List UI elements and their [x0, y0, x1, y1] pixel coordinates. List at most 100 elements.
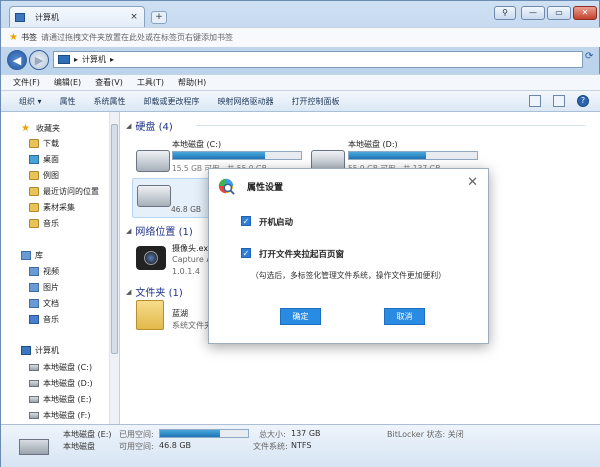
status-fs-value: NTFS: [291, 441, 312, 450]
library-icon: [21, 250, 31, 260]
breadcrumb-arrow[interactable]: ▸: [110, 55, 114, 64]
collapse-arrow-icon: ◢: [126, 121, 132, 130]
computer-icon: [15, 12, 25, 22]
tab-computer[interactable]: 计算机 ×: [9, 6, 145, 27]
refresh-icon[interactable]: ⟳: [585, 51, 593, 62]
navigation-pane: ★ 收藏夹 下载 桌面 例图 最近访问的位置 素材采集 音乐 库 视频 图片 文档…: [1, 112, 119, 424]
organize-button[interactable]: 组织 ▾: [19, 96, 42, 107]
autostart-label[interactable]: 开机启动: [259, 216, 293, 228]
group-network[interactable]: ◢ 网络位置 (1): [126, 223, 193, 239]
dialog-close-icon[interactable]: ✕: [467, 175, 478, 190]
autostart-checkbox[interactable]: ✓: [241, 216, 251, 226]
scrollbar-thumb[interactable]: [111, 124, 118, 354]
new-tab-button[interactable]: +: [151, 11, 167, 24]
folder-item-name[interactable]: 蓝湖: [172, 308, 188, 319]
network-item-version: 1.0.1.4: [172, 267, 200, 276]
sidebar-computer[interactable]: 计算机: [21, 343, 59, 357]
search-button[interactable]: ⚲: [494, 6, 516, 20]
star-icon: ★: [9, 32, 18, 43]
drive-e-size: 46.8 GB: [171, 205, 202, 214]
group-hard-disks[interactable]: ◢ 硬盘 (4): [126, 118, 586, 133]
menu-file[interactable]: 文件(F): [13, 77, 40, 88]
sidebar-item-examples[interactable]: 例图: [29, 168, 59, 182]
camera-icon[interactable]: [136, 246, 166, 270]
status-drive-name: 本地磁盘 (E:): [63, 430, 112, 439]
sidebar-favorites[interactable]: ★ 收藏夹: [21, 121, 60, 135]
status-usage-bar: [159, 429, 249, 438]
sidebar-scrollbar[interactable]: [109, 112, 119, 424]
status-free-label: 可用空间:: [119, 442, 154, 451]
status-free-value: 46.8 GB: [159, 441, 192, 450]
sidebar-item-documents[interactable]: 文档: [29, 296, 59, 310]
folder-icon: [29, 170, 39, 180]
tab-title: 计算机: [35, 12, 59, 22]
address-bar[interactable]: ▸ 计算机 ▸: [53, 51, 583, 68]
sidebar-library[interactable]: 库: [21, 248, 43, 262]
close-button[interactable]: ✕: [573, 6, 597, 20]
status-usage-fill: [160, 430, 220, 437]
folder-icon: [29, 202, 39, 212]
sidebar-item-library-music[interactable]: 音乐: [29, 312, 59, 326]
menu-view[interactable]: 查看(V): [95, 77, 123, 88]
control-panel-button[interactable]: 打开控制面板: [292, 96, 340, 107]
music-icon: [29, 314, 39, 324]
sidebar-drive-f[interactable]: 本地磁盘 (F:): [29, 408, 90, 422]
sidebar-drive-e[interactable]: 本地磁盘 (E:): [29, 392, 92, 406]
preview-pane-icon[interactable]: [553, 95, 565, 107]
menu-tools[interactable]: 工具(T): [137, 77, 164, 88]
status-total-label: 总大小:: [259, 430, 286, 439]
system-properties-button[interactable]: 系统属性: [94, 96, 126, 107]
status-fs-label: 文件系统:: [253, 442, 288, 451]
dialog-note: （勾选后，多标签化管理文件系统，操作文件更加便利）: [251, 271, 446, 280]
properties-button[interactable]: 属性: [60, 96, 76, 107]
folder-item-type: 系统文件夹: [172, 321, 212, 330]
sidebar-item-music[interactable]: 音乐: [29, 216, 59, 230]
view-options-icon[interactable]: [529, 95, 541, 107]
forward-button[interactable]: ▶: [29, 50, 49, 70]
help-icon[interactable]: ?: [577, 95, 589, 107]
breadcrumb-arrow[interactable]: ▸: [74, 55, 78, 64]
folder-window-label[interactable]: 打开文件夹拉起百页窗: [259, 248, 344, 260]
tab-bar: 计算机 × + ⚲ — ▭ ✕: [1, 1, 600, 27]
collapse-arrow-icon: ◢: [126, 287, 132, 296]
address-row: ◀ ▶ ▸ 计算机 ▸: [1, 47, 600, 73]
app-logo-icon: [218, 178, 235, 195]
folder-icon[interactable]: [136, 300, 164, 330]
sidebar-item-pictures[interactable]: 图片: [29, 280, 59, 294]
map-drive-button[interactable]: 映射网络驱动器: [218, 96, 274, 107]
dialog-title: 属性设置: [247, 183, 284, 193]
minimize-button[interactable]: —: [521, 6, 545, 20]
uninstall-button[interactable]: 卸载或更改程序: [144, 96, 200, 107]
sidebar-drive-d[interactable]: 本地磁盘 (D:): [29, 376, 93, 390]
status-used-label: 已用空间:: [119, 430, 154, 439]
menu-edit[interactable]: 编辑(E): [54, 77, 81, 88]
back-button[interactable]: ◀: [7, 50, 27, 70]
bookmarks-label[interactable]: 书签: [21, 32, 37, 43]
folder-window-checkbox[interactable]: ✓: [241, 248, 251, 258]
breadcrumb-computer[interactable]: 计算机: [82, 54, 106, 65]
sidebar-item-downloads[interactable]: 下载: [29, 136, 59, 150]
tab-close-icon[interactable]: ×: [129, 12, 139, 22]
maximize-button[interactable]: ▭: [547, 6, 571, 20]
explorer-window: 计算机 × + ⚲ — ▭ ✕ ★ 书签 请通过拖拽文件夹放置在此处或在标签页右…: [0, 0, 600, 467]
menu-help[interactable]: 帮助(H): [178, 77, 206, 88]
drive-c-name[interactable]: 本地磁盘 (C:): [172, 139, 221, 150]
folder-icon: [29, 218, 39, 228]
sidebar-item-videos[interactable]: 视频: [29, 264, 59, 278]
drive-c-usage-bar: [172, 151, 302, 160]
ok-button[interactable]: 确定: [280, 308, 321, 325]
drive-d-name[interactable]: 本地磁盘 (D:): [348, 139, 398, 150]
sidebar-item-recent[interactable]: 最近访问的位置: [29, 184, 99, 198]
sidebar-drive-c[interactable]: 本地磁盘 (C:): [29, 360, 92, 374]
drive-icon: [29, 379, 39, 387]
drive-icon: [19, 439, 49, 455]
status-total-value: 137 GB: [291, 429, 321, 438]
drive-icon: [29, 411, 39, 419]
group-folders[interactable]: ◢ 文件夹 (1): [126, 284, 183, 300]
cancel-button[interactable]: 取消: [384, 308, 425, 325]
sidebar-item-materials[interactable]: 素材采集: [29, 200, 75, 214]
sidebar-item-desktop[interactable]: 桌面: [29, 152, 59, 166]
drive-c-icon[interactable]: [136, 150, 170, 172]
network-item-name[interactable]: 摄像头.exe: [172, 243, 213, 254]
picture-icon: [29, 282, 39, 292]
